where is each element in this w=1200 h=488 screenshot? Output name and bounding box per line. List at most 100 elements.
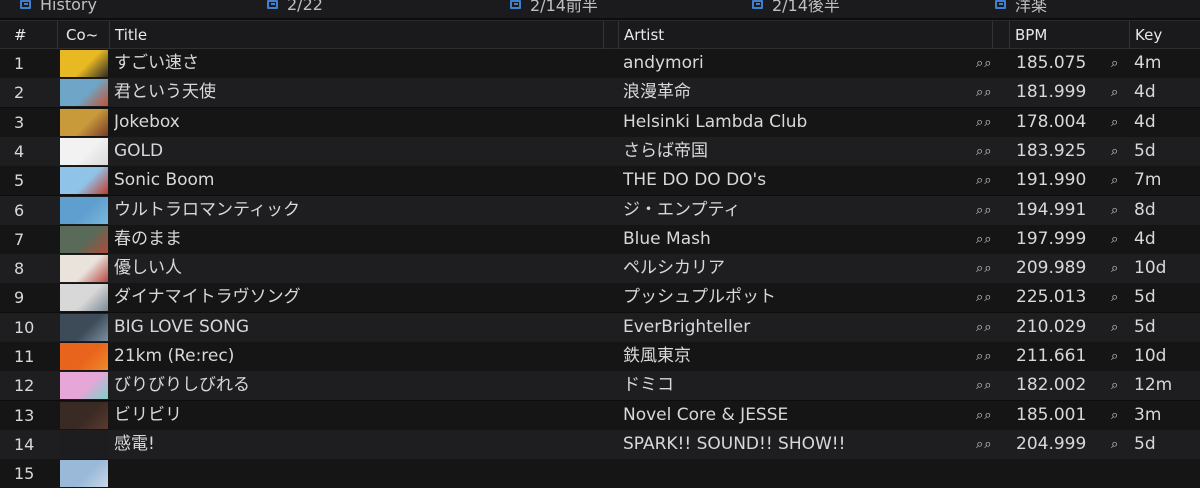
artist-search-icon[interactable]: ⌕⌕ (976, 401, 1012, 430)
track-artist: Helsinki Lambda Club (623, 111, 808, 132)
key-search-icon[interactable]: ⌕ (1111, 225, 1131, 254)
track-title: GOLD (114, 140, 164, 161)
key-search-icon[interactable]: ⌕ (1111, 108, 1131, 137)
track-artist: SPARK!! SOUND!! SHOW!! (623, 433, 846, 454)
artist-search-icon[interactable]: ⌕⌕ (976, 313, 1012, 342)
cover-art (60, 401, 108, 429)
cover-art (60, 196, 108, 224)
track-number: 11 (14, 347, 35, 366)
crate-tab-bar: History 2/22 2/14前半 2/14後半 洋楽 (0, 0, 1200, 18)
track-bpm (1016, 459, 1111, 488)
track-row[interactable]: 9 ダイナマイトラヴソング プッシュプルポット ⌕⌕ 225.013 ⌕ 5d (0, 283, 1200, 313)
track-row[interactable]: 15 (0, 459, 1200, 488)
track-title: Sonic Boom (114, 170, 215, 191)
track-title: 感電! (114, 433, 155, 454)
artist-search-icon[interactable]: ⌕⌕ (976, 108, 1012, 137)
track-key: 4d (1134, 82, 1156, 103)
track-bpm: 210.029 (1016, 316, 1087, 337)
crate-icon (995, 0, 1006, 9)
artist-search-icon[interactable]: ⌕⌕ (976, 166, 1012, 195)
track-artist (623, 459, 973, 488)
track-artist: Novel Core & JESSE (623, 404, 789, 425)
column-header-spacer-2 (993, 21, 1010, 49)
track-title: 春のまま (114, 228, 182, 249)
key-search-icon[interactable]: ⌕ (1111, 166, 1131, 195)
track-row[interactable]: 2 君という天使 浪漫革命 ⌕⌕ 181.999 ⌕ 4d (0, 78, 1200, 108)
column-header-artist[interactable]: Artist (619, 21, 993, 49)
crate-tab[interactable]: 2/14前半 (510, 0, 598, 15)
track-bpm: 191.990 (1016, 170, 1087, 191)
track-title: Jokebox (114, 111, 180, 132)
track-row[interactable]: 5 Sonic Boom THE DO DO DO's ⌕⌕ 191.990 ⌕ 7m (0, 166, 1200, 196)
crate-icon (20, 0, 31, 9)
artist-search-icon[interactable]: ⌕⌕ (976, 254, 1012, 283)
column-header-key[interactable]: Key (1130, 21, 1200, 49)
track-row[interactable]: 14 感電! SPARK!! SOUND!! SHOW!! ⌕⌕ 204.999 ⌕ 5d (0, 429, 1200, 459)
key-search-icon[interactable]: ⌕ (1111, 313, 1131, 342)
key-search-icon[interactable]: ⌕ (1111, 342, 1131, 371)
crate-tab[interactable]: 洋楽 (995, 0, 1047, 15)
column-header-bpm[interactable]: BPM (1010, 21, 1130, 49)
key-search-icon[interactable]: ⌕ (1111, 283, 1131, 312)
column-header-cover[interactable]: Co~ (58, 21, 110, 49)
cover-art (60, 137, 108, 165)
crate-tab[interactable]: 2/22 (267, 0, 323, 15)
track-row[interactable]: 4 GOLD さらば帝国 ⌕⌕ 183.925 ⌕ 5d (0, 136, 1200, 166)
key-search-icon[interactable]: ⌕ (1111, 371, 1131, 400)
cover-art (60, 430, 108, 458)
track-bpm: 211.661 (1016, 346, 1087, 366)
track-list-header: # Co~ Title Artist BPM Key (0, 20, 1200, 49)
track-key (1134, 459, 1194, 488)
track-title: 21km (Re:rec) (114, 346, 235, 366)
artist-search-icon[interactable]: ⌕⌕ (976, 283, 1012, 312)
track-number: 9 (14, 288, 25, 308)
key-search-icon[interactable]: ⌕ (1111, 49, 1131, 78)
artist-search-icon[interactable]: ⌕⌕ (976, 430, 1012, 459)
key-search-icon[interactable]: ⌕ (1111, 137, 1131, 166)
artist-search-icon[interactable]: ⌕⌕ (976, 342, 1012, 371)
track-number: 2 (14, 83, 25, 103)
track-row[interactable]: 6 ウルトラロマンティック ジ・エンプティ ⌕⌕ 194.991 ⌕ 8d (0, 195, 1200, 225)
track-key: 10d (1134, 346, 1167, 366)
track-bpm: 197.999 (1016, 228, 1087, 249)
track-number: 1 (14, 54, 25, 73)
cover-art (60, 255, 108, 283)
track-bpm: 178.004 (1016, 111, 1087, 132)
track-number: 14 (14, 434, 35, 454)
key-search-icon[interactable]: ⌕ (1111, 254, 1131, 283)
track-key: 4d (1134, 111, 1156, 132)
crate-tab[interactable]: 2/14後半 (752, 0, 840, 15)
crate-icon (752, 0, 763, 9)
artist-search-icon[interactable]: ⌕⌕ (976, 49, 1012, 78)
track-row[interactable]: 11 21km (Re:rec) 鉄風東京 ⌕⌕ 211.661 ⌕ 10d (0, 342, 1200, 371)
track-key: 7m (1134, 170, 1162, 191)
track-bpm: 225.013 (1016, 287, 1087, 308)
column-header-number[interactable]: # (0, 21, 58, 49)
cover-art (60, 225, 108, 253)
track-artist: 鉄風東京 (623, 346, 691, 366)
artist-search-icon[interactable]: ⌕⌕ (976, 225, 1012, 254)
track-row[interactable]: 10 BIG LOVE SONG EverBrighteller ⌕⌕ 210.029 ⌕… (0, 312, 1200, 342)
cover-art (60, 79, 108, 107)
track-row[interactable]: 13 ビリビリ Novel Core & JESSE ⌕⌕ 185.001 ⌕ 3m (0, 400, 1200, 430)
artist-search-icon[interactable]: ⌕⌕ (976, 371, 1012, 400)
track-artist: さらば帝国 (623, 140, 708, 161)
key-search-icon[interactable]: ⌕ (1111, 401, 1131, 430)
artist-search-icon[interactable]: ⌕⌕ (976, 137, 1012, 166)
track-number: 3 (14, 112, 25, 132)
track-row[interactable]: 1 すごい速さ andymori ⌕⌕ 185.075 ⌕ 4m (0, 49, 1200, 78)
artist-search-icon[interactable]: ⌕⌕ (976, 78, 1012, 107)
key-search-icon[interactable]: ⌕ (1111, 430, 1131, 459)
track-row[interactable]: 12 びりびりしびれる ドミコ ⌕⌕ 182.002 ⌕ 12m (0, 371, 1200, 401)
artist-search-icon[interactable]: ⌕⌕ (976, 196, 1012, 225)
crate-tab[interactable]: History (20, 0, 97, 15)
track-key: 10d (1134, 258, 1167, 279)
key-search-icon[interactable]: ⌕ (1111, 196, 1131, 225)
key-search-icon[interactable]: ⌕ (1111, 78, 1131, 107)
track-row[interactable]: 7 春のまま Blue Mash ⌕⌕ 197.999 ⌕ 4d (0, 224, 1200, 254)
track-row[interactable]: 3 Jokebox Helsinki Lambda Club ⌕⌕ 178.004 ⌕ 4d (0, 107, 1200, 137)
track-bpm: 209.989 (1016, 258, 1087, 279)
track-row[interactable]: 8 優しい人 ペルシカリア ⌕⌕ 209.989 ⌕ 10d (0, 254, 1200, 284)
column-header-title[interactable]: Title (110, 21, 604, 49)
track-title: 君という天使 (114, 82, 216, 103)
